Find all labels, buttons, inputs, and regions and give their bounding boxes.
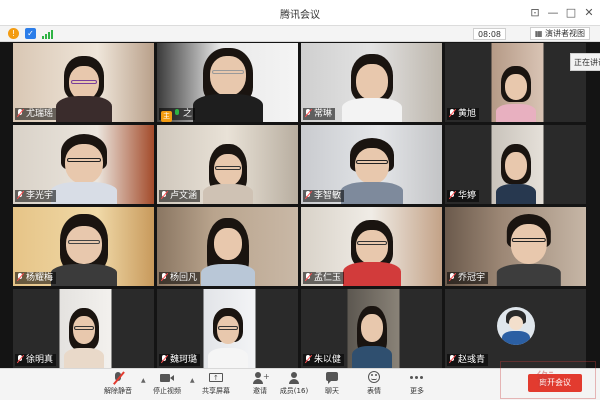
mic-muted-icon [304,272,313,282]
video-tile[interactable]: 徐明真 [13,289,154,368]
unmute-button[interactable]: 解除静音 [96,371,140,399]
maximize-icon[interactable]: □ [562,4,580,22]
participant-name: 李光宇 [15,190,57,202]
speaker-view-label: 演讲者视图 [545,29,585,38]
participant-name: 杨耀梅 [15,272,57,284]
chat-icon [324,371,340,385]
avatar [496,306,535,345]
mic-muted-icon [304,354,313,364]
video-tile[interactable]: 华婷 [445,125,586,204]
mic-muted-icon [16,272,25,282]
more-icon [409,371,425,385]
mic-muted-icon [16,354,25,364]
more-button[interactable]: 更多 [395,371,439,399]
minimize-icon[interactable]: — [544,4,562,22]
video-tile[interactable]: 常琳 [301,43,442,122]
mic-muted-icon [448,190,457,200]
video-tile[interactable]: 朱以健 [301,289,442,368]
mic-muted-icon [160,354,169,364]
mic-muted-icon [448,272,457,282]
mic-muted-icon [160,190,169,200]
video-tile[interactable]: 卢文涵 [157,125,298,204]
participant-name: 孟仁玉 [303,272,345,284]
camera-icon [159,371,175,385]
mic-muted-icon [110,371,126,385]
mic-muted-icon [16,190,25,200]
meeting-window: 腾讯会议 ⊡ — □ ✕ ! ✓ 08:08 ▦ 演讲者视图 尤瑞瑶 主 之 常… [0,0,600,400]
info-icon[interactable]: ! [8,28,19,39]
video-tile[interactable]: 黄旭 [445,43,586,122]
network-signal-icon[interactable] [42,29,54,39]
participant-name: 主之 [159,108,196,122]
participant-name: 徐明真 [15,354,57,366]
share-screen-icon: ↑ [208,371,224,385]
video-tile[interactable]: 尤瑞瑶 [13,43,154,122]
participant-name: 常琳 [303,108,336,120]
participant-name: 尤瑞瑶 [15,108,57,120]
video-grid: 尤瑞瑶 主之 常琳 黄旭 李光宇 卢文涵 李智敏 华婷 杨耀梅 杨回凡 孟仁玉 … [13,43,586,368]
meeting-duration: 08:08 [472,28,506,40]
participant-name: 赵彧青 [447,354,489,366]
window-title: 腾讯会议 [280,10,320,21]
video-tile[interactable]: 李智敏 [301,125,442,204]
speaking-indicator: 正在讲话 [570,53,600,71]
participant-name: 李智敏 [303,190,345,202]
add-user-icon: + [252,371,270,385]
members-icon [286,371,302,385]
shield-icon[interactable]: ✓ [25,28,36,39]
video-tile[interactable]: 孟仁玉 [301,207,442,286]
mic-muted-icon [448,108,457,118]
participant-name: 华婷 [447,190,480,202]
reactions-button[interactable]: 表情 [352,371,396,399]
mic-active-icon [174,109,181,117]
participant-name: 黄旭 [447,108,480,120]
video-tile[interactable]: 杨回凡 [157,207,298,286]
video-tile[interactable]: 主之 [157,43,298,122]
video-tile[interactable]: 李光宇 [13,125,154,204]
speaker-view-button[interactable]: ▦ 演讲者视图 [529,27,590,40]
pin-icon[interactable]: ⊡ [526,4,544,22]
participant-name: 朱以健 [303,354,345,366]
video-tile[interactable]: 赵彧青 [445,289,586,368]
mic-muted-icon [304,108,313,118]
stop-video-button[interactable]: 停止视频 [145,371,189,399]
title-bar: 腾讯会议 ⊡ — □ ✕ [0,0,600,26]
meeting-toolbar: ! ✓ 08:08 ▦ 演讲者视图 [0,26,600,42]
participant-name: 魏珂璐 [159,354,201,366]
participant-name: 杨回凡 [159,272,201,284]
mic-muted-icon [160,272,169,282]
share-screen-button[interactable]: ↑ 共享屏幕 [194,371,238,399]
emoji-icon [366,371,382,385]
close-icon[interactable]: ✕ [580,4,598,22]
video-tile[interactable]: 魏珂璐 [157,289,298,368]
mic-muted-icon [304,190,313,200]
watermark-stamp: 衡 [500,361,596,399]
mic-muted-icon [448,354,457,364]
chat-button[interactable]: 聊天 [310,371,354,399]
mic-muted-icon [16,108,25,118]
participant-name: 乔冠宇 [447,272,489,284]
host-icon: 主 [161,111,172,122]
participant-name: 卢文涵 [159,190,201,202]
video-tile[interactable]: 乔冠宇 [445,207,586,286]
video-tile[interactable]: 杨耀梅 [13,207,154,286]
